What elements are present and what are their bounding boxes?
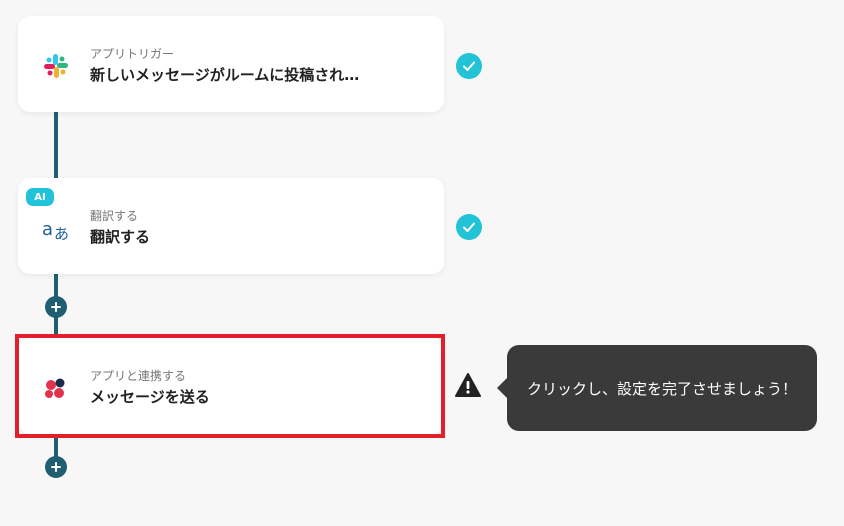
step-subtitle: アプリと連携する xyxy=(90,369,187,383)
step-subtitle: 翻訳する xyxy=(90,209,139,223)
check-icon xyxy=(456,53,482,79)
tooltip: クリックし、設定を完了させましょう！ xyxy=(497,345,817,431)
step-subtitle: アプリトリガー xyxy=(90,47,175,61)
slack-icon xyxy=(40,50,72,82)
chatwork-icon xyxy=(40,372,72,404)
check-icon xyxy=(456,214,482,240)
step-title: メッセージを送る xyxy=(90,388,210,406)
warning-icon xyxy=(454,372,482,398)
add-step-button[interactable] xyxy=(45,296,67,318)
flow-step-translate[interactable]: a あ 翻訳する 翻訳する xyxy=(18,178,444,274)
flow-step-send-message[interactable]: アプリと連携する メッセージを送る xyxy=(18,338,444,434)
step-title: 新しいメッセージがルームに投稿され… xyxy=(90,66,360,84)
flow-step-trigger[interactable]: アプリトリガー 新しいメッセージがルームに投稿され… xyxy=(18,16,444,112)
svg-text:a: a xyxy=(42,219,53,240)
flow-canvas: アプリトリガー 新しいメッセージがルームに投稿され… a あ 翻訳する 翻訳する… xyxy=(0,0,844,526)
connector-line xyxy=(54,112,58,180)
step-title: 翻訳する xyxy=(90,228,151,246)
add-step-button[interactable] xyxy=(45,456,67,478)
translate-icon: a あ xyxy=(40,212,72,244)
ai-badge: AI xyxy=(24,186,56,208)
svg-text:あ: あ xyxy=(54,225,69,243)
